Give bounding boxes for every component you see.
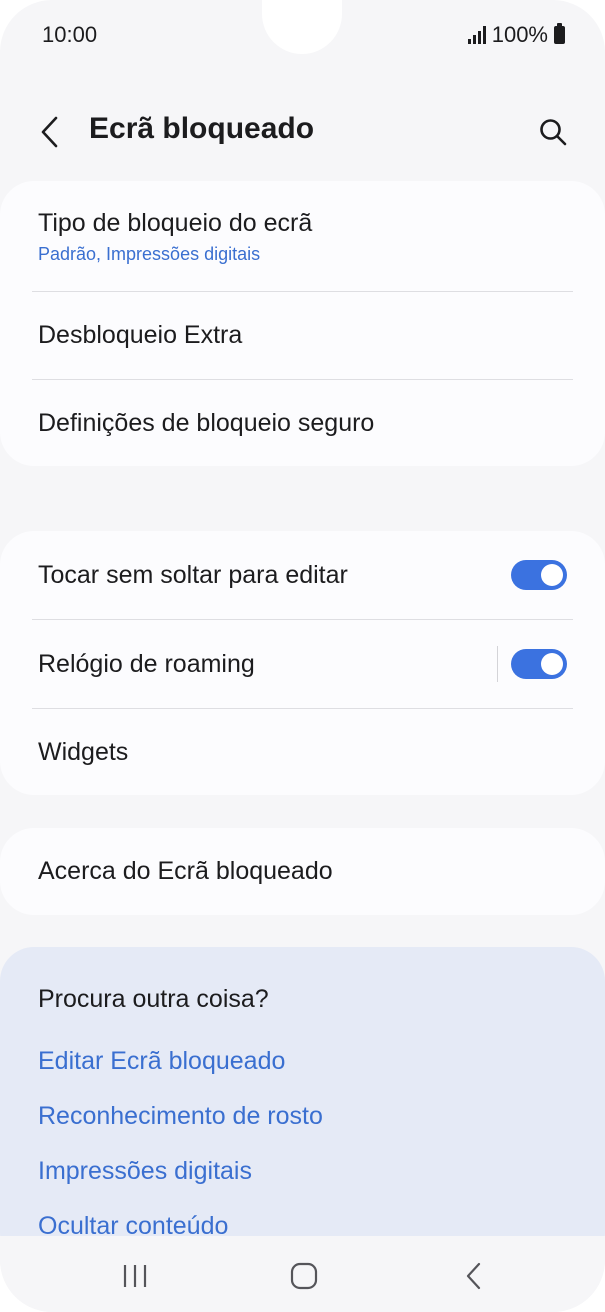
- lock-settings-card: Tipo de bloqueio do ecrã Padrão, Impress…: [0, 181, 605, 466]
- item-title: Widgets: [38, 737, 129, 766]
- screen: 10:00 100% Ecrã bloqueado Tipo de bloque…: [0, 0, 605, 1312]
- chevron-left-icon: [41, 116, 58, 148]
- home-icon: [290, 1262, 318, 1290]
- roaming-clock-item[interactable]: Relógio de roaming: [0, 620, 605, 708]
- vertical-separator: [497, 646, 498, 682]
- item-title: Relógio de roaming: [38, 649, 255, 678]
- battery-percentage: 100%: [491, 22, 548, 47]
- extra-unlock-item[interactable]: Desbloqueio Extra: [0, 292, 605, 379]
- secure-lock-settings-item[interactable]: Definições de bloqueio seguro: [0, 380, 605, 466]
- app-bar: Ecrã bloqueado: [0, 100, 605, 164]
- roaming-clock-toggle[interactable]: [511, 649, 567, 679]
- nav-back-button[interactable]: [444, 1254, 504, 1298]
- page-title: Ecrã bloqueado: [89, 112, 315, 145]
- status-time: 10:00: [42, 22, 98, 47]
- toggle-knob: [541, 564, 563, 586]
- suggestion-link-face-recognition[interactable]: Reconhecimento de rosto: [38, 1102, 323, 1131]
- item-title: Definições de bloqueio seguro: [38, 408, 375, 437]
- lock-screen-options-card: Tocar sem soltar para editar Relógio de …: [0, 531, 605, 795]
- search-button[interactable]: [531, 110, 575, 154]
- item-title: Desbloqueio Extra: [38, 321, 243, 349]
- item-title: Acerca do Ecrã bloqueado: [38, 857, 333, 885]
- nav-back-icon: [466, 1262, 481, 1290]
- item-title: Tipo de bloqueio do ecrã: [38, 209, 313, 237]
- screen-lock-type-item[interactable]: Tipo de bloqueio do ecrã Padrão, Impress…: [0, 181, 605, 291]
- toggle-knob: [541, 653, 563, 675]
- navigation-bar: [0, 1236, 605, 1312]
- signal-icon: [467, 26, 486, 44]
- battery-icon: [554, 23, 565, 44]
- suggestions-card: Procura outra coisa? Editar Ecrã bloquea…: [0, 947, 605, 1267]
- touch-hold-edit-toggle[interactable]: [511, 560, 567, 590]
- widgets-item[interactable]: Widgets: [0, 709, 605, 795]
- suggestions-title: Procura outra coisa?: [38, 985, 269, 1013]
- about-card: Acerca do Ecrã bloqueado: [0, 828, 605, 915]
- back-button[interactable]: [30, 110, 70, 154]
- item-subtitle: Padrão, Impressões digitais: [38, 244, 261, 264]
- suggestion-link-fingerprints[interactable]: Impressões digitais: [38, 1157, 252, 1186]
- item-title: Tocar sem soltar para editar: [38, 560, 348, 589]
- suggestion-link-edit-lock-screen[interactable]: Editar Ecrã bloqueado: [38, 1047, 285, 1076]
- status-indicators: 100%: [467, 22, 565, 48]
- recents-icon: [123, 1265, 147, 1287]
- search-icon: [540, 119, 567, 146]
- about-lock-screen-item[interactable]: Acerca do Ecrã bloqueado: [0, 828, 605, 915]
- home-button[interactable]: [274, 1254, 334, 1298]
- touch-hold-edit-item[interactable]: Tocar sem soltar para editar: [0, 531, 605, 619]
- recents-button[interactable]: [105, 1254, 165, 1298]
